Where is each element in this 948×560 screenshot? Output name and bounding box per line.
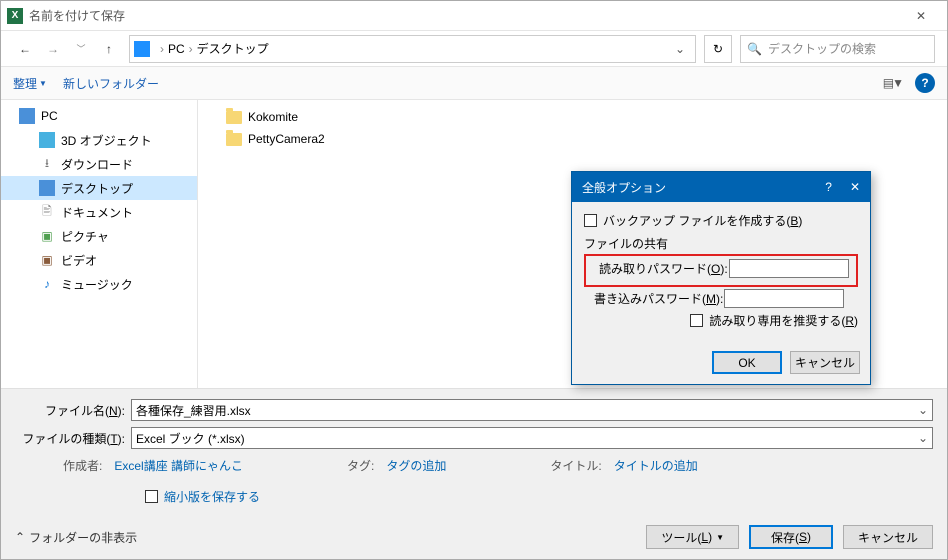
write-password-label: 書き込みパスワード(M):: [594, 290, 724, 307]
nav-tree: PC 3D オブジェクト ⭳ ダウンロード デスクトップ 🖹 ドキュメント ▣ …: [1, 100, 198, 388]
refresh-button[interactable]: ↻: [704, 35, 732, 63]
breadcrumb-dropdown-icon[interactable]: ⌄: [669, 42, 691, 56]
chevron-down-icon[interactable]: ⌄: [918, 403, 928, 417]
view-mode-button[interactable]: ▤▼: [878, 73, 907, 93]
dialog-help-button[interactable]: ?: [825, 180, 832, 194]
breadcrumb[interactable]: › PC › デスクトップ ⌄: [129, 35, 696, 63]
window-title: 名前を付けて保存: [29, 7, 901, 24]
tag-label: タグ:: [347, 457, 374, 474]
documents-icon: 🖹: [39, 204, 55, 220]
tag-value[interactable]: タグの追加: [386, 457, 446, 474]
list-item[interactable]: Kokomite: [208, 106, 937, 128]
save-button[interactable]: 保存(S): [749, 525, 833, 549]
filetype-label: ファイルの種類(T):: [15, 430, 125, 447]
music-icon: ♪: [39, 276, 55, 292]
pc-icon: [134, 41, 150, 57]
cancel-button[interactable]: キャンセル: [843, 525, 933, 549]
folder-icon: [226, 111, 242, 124]
view-icon: ▤▼: [883, 76, 902, 90]
breadcrumb-pc[interactable]: PC: [168, 42, 185, 56]
readonly-label: 読み取り専用を推奨する(R): [709, 312, 858, 329]
save-fields: ファイル名(N): 各種保存_練習用.xlsx ⌄ ファイルの種類(T): Ex…: [1, 388, 947, 515]
videos-icon: ▣: [39, 252, 55, 268]
help-button[interactable]: ?: [915, 73, 935, 93]
chevron-down-icon: ▼: [716, 533, 724, 542]
nav-back-button[interactable]: ←: [13, 37, 37, 61]
nav-forward-button[interactable]: →: [41, 37, 65, 61]
chevron-right-icon: ›: [160, 42, 164, 56]
desktop-icon: [39, 180, 55, 196]
toolbar: 整理▼ 新しいフォルダー ▤▼ ?: [1, 66, 947, 100]
readonly-checkbox[interactable]: [690, 314, 703, 327]
3d-objects-icon: [39, 132, 55, 148]
filetype-select[interactable]: Excel ブック (*.xlsx) ⌄: [131, 427, 933, 449]
chevron-right-icon: ›: [189, 42, 193, 56]
tree-item-videos[interactable]: ▣ ビデオ: [1, 248, 197, 272]
organize-button[interactable]: 整理▼: [13, 75, 47, 92]
navbar: ← → ﹀ ↑ › PC › デスクトップ ⌄ ↻ 🔍 デスクトップの検索: [1, 31, 947, 66]
tree-item-3d-objects[interactable]: 3D オブジェクト: [1, 128, 197, 152]
excel-icon: X: [7, 8, 23, 24]
tree-item-downloads[interactable]: ⭳ ダウンロード: [1, 152, 197, 176]
tree-item-pc[interactable]: PC: [1, 104, 197, 128]
dialog-close-button[interactable]: ✕: [850, 180, 860, 194]
pictures-icon: ▣: [39, 228, 55, 244]
hide-folders-button[interactable]: ⌃ フォルダーの非表示: [15, 529, 137, 546]
filename-label: ファイル名(N):: [15, 402, 125, 419]
backup-checkbox[interactable]: [584, 214, 597, 227]
new-folder-button[interactable]: 新しいフォルダー: [63, 75, 159, 92]
tree-item-desktop[interactable]: デスクトップ: [1, 176, 197, 200]
general-options-dialog: 全般オプション ? ✕ バックアップ ファイルを作成する(B) ファイルの共有 …: [571, 171, 871, 385]
tree-item-documents[interactable]: 🖹 ドキュメント: [1, 200, 197, 224]
title-value[interactable]: タイトルの追加: [614, 457, 698, 474]
thumbnail-label: 縮小版を保存する: [164, 488, 260, 505]
backup-label: バックアップ ファイルを作成する(B): [603, 212, 802, 229]
downloads-icon: ⭳: [39, 156, 55, 172]
dialog-title: 全般オプション: [582, 179, 666, 196]
read-password-label: 読み取りパスワード(O):: [599, 260, 729, 277]
window-close-button[interactable]: ✕: [901, 1, 941, 30]
author-label: 作成者:: [63, 457, 102, 474]
read-password-input[interactable]: [729, 259, 849, 278]
folder-icon: [226, 133, 242, 146]
title-label: タイトル:: [550, 457, 601, 474]
titlebar: X 名前を付けて保存 ✕: [1, 1, 947, 31]
tree-item-pictures[interactable]: ▣ ピクチャ: [1, 224, 197, 248]
nav-recent-dropdown[interactable]: ﹀: [69, 37, 93, 61]
search-icon: 🔍: [747, 42, 762, 56]
pc-icon: [19, 108, 35, 124]
highlight-box: 読み取りパスワード(O):: [584, 254, 858, 287]
filename-input[interactable]: 各種保存_練習用.xlsx ⌄: [131, 399, 933, 421]
dialog-titlebar[interactable]: 全般オプション ? ✕: [572, 172, 870, 202]
author-value[interactable]: Excel講座 講師にゃんこ: [114, 457, 243, 474]
search-placeholder: デスクトップの検索: [768, 40, 876, 57]
list-item[interactable]: PettyCamera2: [208, 128, 937, 150]
chevron-down-icon[interactable]: ⌄: [918, 431, 928, 445]
nav-up-button[interactable]: ↑: [97, 37, 121, 61]
dialog-cancel-button[interactable]: キャンセル: [790, 351, 860, 374]
bottom-bar: ⌃ フォルダーの非表示 ツール(L) ▼ 保存(S) キャンセル: [1, 515, 947, 559]
chevron-up-icon: ⌃: [15, 530, 25, 544]
dialog-ok-button[interactable]: OK: [712, 351, 782, 374]
write-password-input[interactable]: [724, 289, 844, 308]
tree-item-music[interactable]: ♪ ミュージック: [1, 272, 197, 296]
thumbnail-checkbox[interactable]: [145, 490, 158, 503]
search-input[interactable]: 🔍 デスクトップの検索: [740, 35, 935, 63]
file-share-label: ファイルの共有: [584, 235, 858, 252]
breadcrumb-desktop[interactable]: デスクトップ: [197, 40, 269, 57]
tools-button[interactable]: ツール(L) ▼: [646, 525, 739, 549]
